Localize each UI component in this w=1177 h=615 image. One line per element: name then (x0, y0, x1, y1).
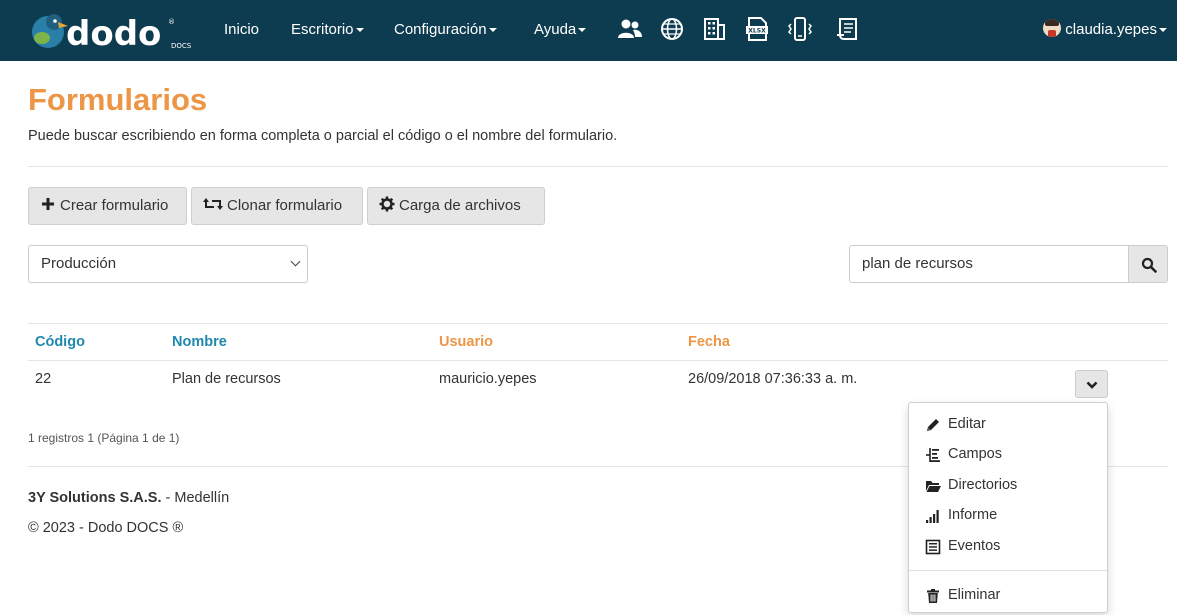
nav-inicio[interactable]: Inicio (224, 20, 259, 40)
caret-down-icon (578, 28, 587, 33)
pencil-icon (925, 416, 941, 432)
nav-escritorio[interactable]: Escritorio (291, 20, 364, 40)
create-form-button[interactable]: Crear formulario (28, 187, 187, 225)
nav-inicio-label: Inicio (224, 21, 260, 38)
gear-icon (379, 190, 395, 212)
svg-text:dodo: dodo (66, 14, 161, 52)
xlsx-icon-label: XLSX (748, 28, 766, 35)
building-icon[interactable] (701, 16, 727, 42)
footer-company: 3Y Solutions S.A.S. - Medellín (28, 490, 229, 506)
nav-configuracion-label: Configuración (394, 21, 487, 38)
menu-item-informe[interactable]: Informe (909, 502, 1107, 528)
column-header-usuario[interactable]: Usuario (439, 334, 493, 350)
menu-item-label: Informe (948, 507, 998, 523)
menu-item-campos[interactable]: Campos (909, 441, 1107, 467)
globe-icon[interactable] (659, 16, 685, 42)
fields-icon (925, 446, 941, 462)
top-navbar: dodo DOCS ® Inicio Escritorio Configurac… (0, 0, 1177, 61)
chevron-down-icon (1086, 381, 1098, 389)
search-icon (1141, 257, 1157, 273)
search-input-value: plan de recursos (862, 255, 973, 272)
cell-nombre: Plan de recursos (172, 371, 281, 387)
table-top-border (28, 323, 1168, 324)
pagination-info: 1 registros 1 (Página 1 de 1) (28, 431, 180, 445)
dodo-docs-logo[interactable]: dodo DOCS ® (28, 10, 198, 54)
users-icon[interactable] (617, 16, 643, 42)
table-header-border (28, 360, 1168, 361)
environment-select-value: Producción (41, 255, 117, 272)
create-form-label: Crear formulario (60, 197, 169, 214)
trash-icon (925, 587, 941, 603)
upload-files-button[interactable]: Carga de archivos (367, 187, 545, 225)
nav-configuracion[interactable]: Configuración (394, 20, 497, 40)
menu-divider (909, 570, 1107, 571)
menu-item-label: Campos (948, 446, 1002, 462)
search-button[interactable] (1128, 245, 1168, 283)
footer-copyright: © 2023 - Dodo DOCS ® (28, 520, 184, 536)
folder-open-icon (925, 477, 941, 493)
caret-down-icon (1159, 28, 1167, 33)
svg-text:DOCS: DOCS (171, 42, 192, 50)
cell-usuario: mauricio.yepes (439, 371, 537, 387)
nav-ayuda-label: Ayuda (534, 21, 577, 38)
mobile-vibrate-icon[interactable] (787, 16, 813, 42)
divider (28, 166, 1168, 167)
upload-files-label: Carga de archivos (399, 197, 521, 214)
column-header-codigo[interactable]: Código (35, 334, 85, 350)
menu-item-editar[interactable]: Editar (909, 411, 1107, 437)
page-title: Formularios (28, 82, 208, 117)
environment-select[interactable]: Producción (28, 245, 308, 283)
signal-icon (925, 507, 941, 523)
plus-icon (40, 190, 56, 210)
cell-fecha: 26/09/2018 07:36:33 a. m. (688, 371, 858, 387)
nav-escritorio-label: Escritorio (291, 21, 354, 38)
company-name: 3Y Solutions S.A.S. (28, 490, 162, 506)
menu-item-label: Directorios (948, 477, 1018, 493)
report-icon[interactable] (835, 16, 861, 42)
column-header-nombre[interactable]: Nombre (172, 334, 227, 350)
clone-form-button[interactable]: Clonar formulario (191, 187, 363, 225)
list-icon (925, 538, 941, 555)
chevron-down-icon (290, 256, 301, 267)
menu-item-label: Editar (948, 416, 986, 432)
company-city: - Medellín (161, 490, 230, 506)
menu-item-label: Eventos (948, 538, 1001, 554)
cell-codigo: 22 (35, 371, 52, 387)
avatar (1043, 19, 1062, 37)
page-description: Puede buscar escribiendo en forma comple… (28, 128, 618, 144)
menu-item-label: Eliminar (948, 587, 1001, 603)
caret-down-icon (355, 28, 364, 33)
nav-ayuda[interactable]: Ayuda (534, 20, 587, 40)
row-actions-toggle[interactable] (1075, 370, 1108, 398)
xlsx-icon[interactable]: XLSX (744, 16, 770, 42)
column-header-fecha[interactable]: Fecha (688, 334, 730, 350)
menu-item-eventos[interactable]: Eventos (909, 533, 1107, 559)
retweet-icon (203, 190, 223, 210)
search-input[interactable]: plan de recursos (849, 245, 1129, 283)
menu-item-directorios[interactable]: Directorios (909, 472, 1107, 498)
username: claudia.yepes (1065, 21, 1157, 38)
row-actions-menu: Editar Campos Directorios Informe Evento… (908, 402, 1108, 613)
caret-down-icon (488, 28, 497, 33)
user-menu[interactable]: claudia.yepes (1043, 19, 1167, 41)
svg-text:®: ® (168, 18, 175, 26)
clone-form-label: Clonar formulario (227, 197, 343, 214)
menu-item-eliminar[interactable]: Eliminar (909, 582, 1107, 608)
